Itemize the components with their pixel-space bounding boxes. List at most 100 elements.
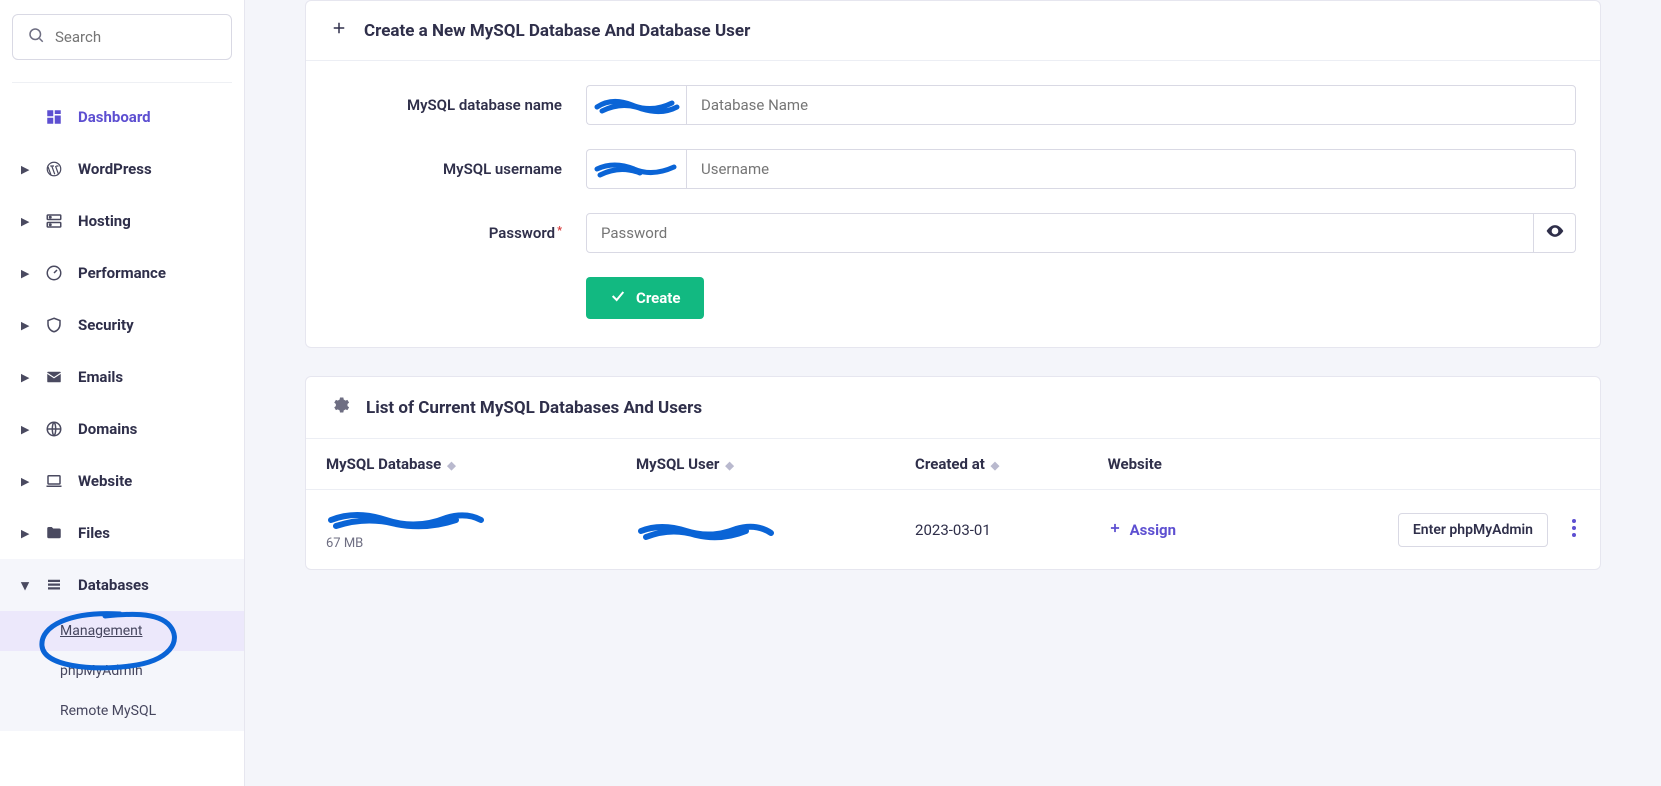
sidebar-item-label: Domains	[78, 420, 137, 438]
enter-phpmyadmin-button[interactable]: Enter phpMyAdmin	[1398, 513, 1548, 547]
subnav-remote-mysql[interactable]: Remote MySQL	[0, 691, 244, 731]
row-username: MySQL username	[330, 149, 1576, 189]
sidebar-item-files[interactable]: ▸ Files	[12, 507, 232, 559]
subnav-label: Remote MySQL	[60, 703, 156, 719]
required-mark: *	[557, 224, 562, 237]
db-name-prefix	[586, 85, 686, 125]
create-database-card: Create a New MySQL Database And Database…	[305, 0, 1601, 348]
sidebar-item-databases[interactable]: ▾ Databases	[0, 559, 244, 611]
plus-icon	[1108, 521, 1122, 539]
eye-icon	[1545, 221, 1565, 245]
cell-db: 67 MB	[306, 490, 616, 570]
sidebar-item-label: Performance	[78, 264, 166, 282]
sidebar-item-label: Security	[78, 316, 134, 334]
subnav-label: Management	[60, 623, 142, 639]
chevron-icon: ▸	[20, 212, 30, 230]
list-card-header: List of Current MySQL Databases And User…	[306, 377, 1600, 439]
sidebar-item-label: WordPress	[78, 160, 152, 178]
toggle-password-visibility[interactable]	[1534, 213, 1576, 253]
subnav-phpmyadmin[interactable]: phpMyAdmin	[0, 651, 244, 691]
db-size: 67 MB	[326, 536, 596, 551]
check-icon	[610, 288, 626, 308]
chevron-icon: ▸	[20, 316, 30, 334]
sidebar-item-website[interactable]: ▸ Website	[12, 455, 232, 507]
db-name-label: MySQL database name	[330, 96, 586, 114]
sort-icon: ◆	[991, 459, 999, 472]
chevron-icon: ▸	[20, 264, 30, 282]
row-more-button[interactable]	[1568, 519, 1580, 541]
list-databases-card: List of Current MySQL Databases And User…	[305, 376, 1601, 570]
assign-button[interactable]: Assign	[1108, 521, 1176, 539]
chevron-icon: ▸	[20, 368, 30, 386]
chevron-icon: ▸	[20, 524, 30, 542]
cell-actions: Enter phpMyAdmin	[1256, 490, 1600, 570]
sidebar-item-label: Dashboard	[78, 108, 151, 126]
plus-icon	[330, 19, 348, 42]
dashboard-icon	[44, 108, 64, 126]
sidebar-item-label: Emails	[78, 368, 123, 386]
create-card-header: Create a New MySQL Database And Database…	[306, 1, 1600, 61]
sidebar-item-emails[interactable]: ▸ Emails	[12, 351, 232, 403]
username-input[interactable]	[686, 149, 1576, 189]
row-db-name: MySQL database name	[330, 85, 1576, 125]
sort-icon: ◆	[725, 459, 733, 472]
search-box[interactable]	[12, 14, 232, 60]
shield-icon	[44, 316, 64, 334]
sidebar-item-dashboard[interactable]: ▸ Dashboard	[12, 91, 232, 143]
col-user[interactable]: MySQL User◆	[616, 439, 895, 490]
col-created[interactable]: Created at◆	[895, 439, 1088, 490]
database-icon	[44, 576, 64, 594]
sidebar-item-domains[interactable]: ▸ Domains	[12, 403, 232, 455]
username-prefix	[586, 149, 686, 189]
chevron-icon: ▸	[20, 472, 30, 490]
chevron-down-icon: ▾	[20, 576, 30, 594]
username-label: MySQL username	[330, 160, 586, 178]
col-db[interactable]: MySQL Database◆	[306, 439, 616, 490]
gauge-icon	[44, 264, 64, 282]
sidebar-item-security[interactable]: ▸ Security	[12, 299, 232, 351]
chevron-icon: ▸	[20, 160, 30, 178]
search-wrap	[12, 0, 232, 83]
sidebar-item-label: Files	[78, 524, 110, 542]
password-input[interactable]	[586, 213, 1534, 253]
sidebar-item-hosting[interactable]: ▸ Hosting	[12, 195, 232, 247]
create-card-body: MySQL database name MySQL username	[306, 61, 1600, 347]
password-label: Password*	[330, 224, 586, 242]
more-vertical-icon	[1572, 523, 1576, 541]
sidebar-item-label: Hosting	[78, 212, 131, 230]
row-password: Password*	[330, 213, 1576, 253]
db-user-redacted	[636, 519, 875, 541]
create-button-label: Create	[636, 289, 680, 307]
cell-created: 2023-03-01	[895, 490, 1088, 570]
create-button[interactable]: Create	[586, 277, 704, 319]
subnav-management[interactable]: Management	[0, 611, 244, 651]
sidebar-item-label: Website	[78, 472, 132, 490]
search-icon	[27, 26, 45, 48]
mail-icon	[44, 368, 64, 386]
sidebar-item-performance[interactable]: ▸ Performance	[12, 247, 232, 299]
col-website: Website	[1088, 439, 1256, 490]
sort-icon: ◆	[447, 459, 455, 472]
folder-icon	[44, 524, 64, 542]
db-name-redacted	[326, 508, 596, 530]
wordpress-icon	[44, 160, 64, 178]
gear-icon	[330, 395, 350, 420]
search-input[interactable]	[55, 28, 254, 46]
globe-icon	[44, 420, 64, 438]
sidebar: ▸ Dashboard ▸ WordPress ▸ Hosting ▸ Perf…	[0, 0, 245, 786]
table-row: 67 MB 2023-03-01 Assign	[306, 490, 1600, 570]
servers-icon	[44, 212, 64, 230]
main-content: Create a New MySQL Database And Database…	[245, 0, 1661, 786]
db-name-input[interactable]	[686, 85, 1576, 125]
list-card-title: List of Current MySQL Databases And User…	[366, 398, 702, 418]
cell-website: Assign	[1088, 490, 1256, 570]
col-actions	[1256, 439, 1600, 490]
create-card-title: Create a New MySQL Database And Database…	[364, 21, 750, 41]
assign-label: Assign	[1130, 521, 1176, 539]
laptop-icon	[44, 472, 64, 490]
sidebar-item-label: Databases	[78, 576, 149, 594]
subnav-label: phpMyAdmin	[60, 663, 143, 679]
sidebar-databases-group: ▾ Databases Management phpMyAdmin Remote…	[0, 559, 244, 731]
sidebar-item-wordpress[interactable]: ▸ WordPress	[12, 143, 232, 195]
chevron-icon: ▸	[20, 420, 30, 438]
